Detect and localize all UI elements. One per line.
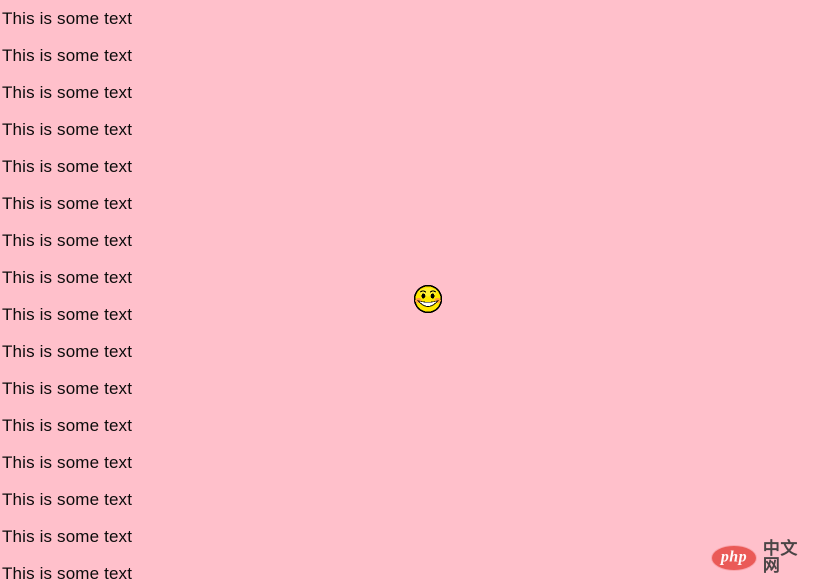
page-canvas: This is some text This is some text This… [0, 0, 813, 587]
text-line: This is some text [2, 564, 133, 583]
text-line: This is some text [2, 268, 133, 287]
text-line: This is some text [2, 120, 133, 139]
text-line: This is some text [2, 453, 133, 472]
text-line: This is some text [2, 490, 133, 509]
text-line: This is some text [2, 231, 133, 250]
text-line: This is some text [2, 379, 133, 398]
watermark-site-label: 中文网 [762, 539, 798, 576]
text-block: This is some text This is some text This… [0, 0, 400, 587]
text-line: This is some text [2, 416, 133, 435]
text-line: This is some text [2, 157, 133, 176]
text-line: This is some text [2, 194, 133, 213]
text-line: This is some text [2, 9, 133, 28]
smiley-face-icon [413, 284, 443, 314]
php-logo-label: php [720, 548, 747, 566]
text-line: This is some text [2, 46, 133, 65]
watermark: php 中文网 [712, 541, 813, 575]
text-line: This is some text [2, 342, 133, 361]
text-line: This is some text [2, 527, 133, 546]
php-logo-badge: php [712, 546, 756, 570]
text-line: This is some text [2, 83, 133, 102]
text-line: This is some text [2, 305, 133, 324]
